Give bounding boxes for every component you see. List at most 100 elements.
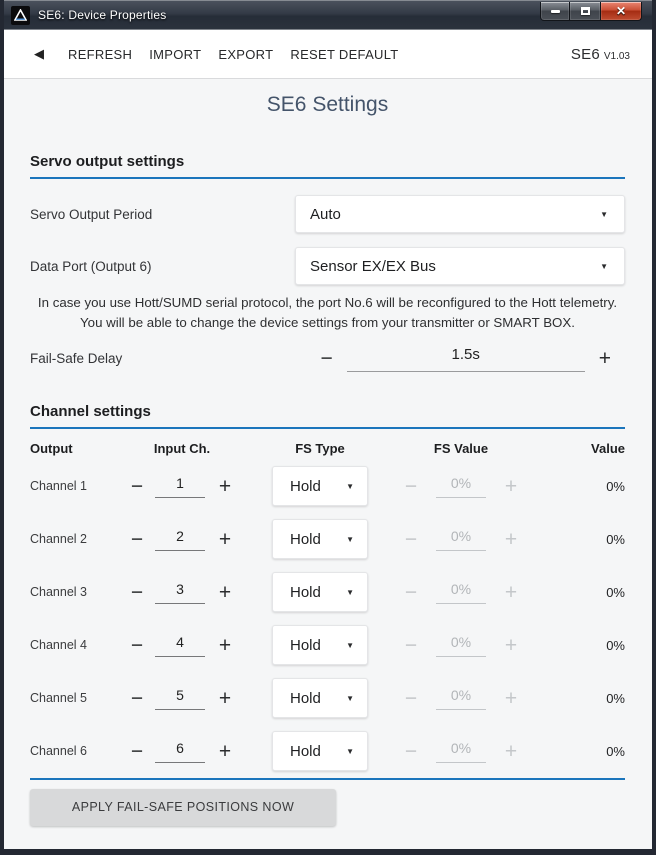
channel-row-6: Channel 6 − 6 + Hold ▼ − 0% + 0% — [30, 725, 625, 778]
chevron-down-icon: ▼ — [346, 747, 354, 756]
fail-safe-delay-decrease-button[interactable]: − — [320, 348, 332, 369]
close-icon: ✕ — [616, 5, 626, 17]
input-ch-field[interactable]: 2 — [155, 528, 205, 551]
chevron-down-icon: ▼ — [346, 535, 354, 544]
input-ch-decrease-button[interactable]: − — [122, 529, 152, 550]
fail-safe-delay-label: Fail-Safe Delay — [30, 351, 122, 366]
fs-type-select[interactable]: Hold ▼ — [272, 519, 368, 559]
input-ch-field[interactable]: 1 — [155, 475, 205, 498]
fs-type-value: Hold — [290, 637, 321, 654]
page-title: SE6 Settings — [30, 93, 625, 117]
channel-row-1: Channel 1 − 1 + Hold ▼ − 0% + 0% — [30, 460, 625, 513]
fs-type-select[interactable]: Hold ▼ — [272, 572, 368, 612]
fs-type-value: Hold — [290, 584, 321, 601]
input-ch-increase-button[interactable]: + — [208, 476, 242, 497]
data-port-row: Data Port (Output 6) Sensor EX/EX Bus ▼ — [30, 247, 625, 285]
data-port-select[interactable]: Sensor EX/EX Bus ▼ — [295, 247, 625, 285]
fs-value-decrease-button: − — [396, 741, 426, 762]
device-name: SE6 — [571, 46, 600, 63]
device-version: SE6 V1.03 — [571, 46, 630, 63]
fs-value-field: 0% — [436, 581, 486, 604]
app-window: SE6: Device Properties ✕ ◀ REFRESH IMPOR… — [0, 0, 656, 855]
fs-value-field: 0% — [436, 634, 486, 657]
column-header-input-ch: Input Ch. — [122, 441, 242, 456]
input-ch-decrease-button[interactable]: − — [122, 635, 152, 656]
input-ch-field[interactable]: 3 — [155, 581, 205, 604]
channel-row-3: Channel 3 − 3 + Hold ▼ − 0% + 0% — [30, 566, 625, 619]
input-ch-field[interactable]: 6 — [155, 740, 205, 763]
channel-label: Channel 4 — [30, 638, 122, 652]
fail-safe-delay-input[interactable]: 1.5s — [347, 346, 585, 372]
input-ch-decrease-button[interactable]: − — [122, 741, 152, 762]
input-ch-increase-button[interactable]: + — [208, 635, 242, 656]
channel-current-value: 0% — [526, 691, 625, 706]
input-ch-increase-button[interactable]: + — [208, 529, 242, 550]
fs-value-field: 0% — [436, 528, 486, 551]
close-button[interactable]: ✕ — [600, 2, 642, 21]
column-header-value: Value — [526, 441, 625, 456]
channel-row-4: Channel 4 − 4 + Hold ▼ − 0% + 0% — [30, 619, 625, 672]
channel-current-value: 0% — [526, 532, 625, 547]
channel-label: Channel 6 — [30, 744, 122, 758]
fs-value-increase-button: + — [496, 635, 526, 656]
device-firmware-version: V1.03 — [604, 51, 630, 62]
fs-type-select[interactable]: Hold ▼ — [272, 678, 368, 718]
fs-type-select[interactable]: Hold ▼ — [272, 731, 368, 771]
channel-current-value: 0% — [526, 585, 625, 600]
toolbar-item-refresh[interactable]: REFRESH — [68, 47, 132, 62]
hott-sumd-note: In case you use Hott/SUMD serial protoco… — [30, 293, 625, 333]
column-header-fs-type: FS Type — [272, 441, 368, 456]
back-icon: ◀ — [34, 46, 44, 61]
channel-label: Channel 1 — [30, 479, 122, 493]
fs-value-field: 0% — [436, 687, 486, 710]
back-button[interactable]: ◀ — [34, 46, 44, 62]
chevron-down-icon: ▼ — [600, 262, 608, 271]
input-ch-field[interactable]: 4 — [155, 634, 205, 657]
input-ch-increase-button[interactable]: + — [208, 741, 242, 762]
section-heading-channel-settings: Channel settings — [30, 403, 625, 420]
servo-output-period-row: Servo Output Period Auto ▼ — [30, 195, 625, 233]
section-divider — [30, 778, 625, 780]
section-heading-servo-output: Servo output settings — [30, 153, 625, 170]
channel-label: Channel 5 — [30, 691, 122, 705]
fs-value-decrease-button: − — [396, 635, 426, 656]
channel-current-value: 0% — [526, 744, 625, 759]
fs-value-decrease-button: − — [396, 582, 426, 603]
channel-current-value: 0% — [526, 638, 625, 653]
section-divider — [30, 427, 625, 429]
apply-fail-safe-button[interactable]: APPLY FAIL-SAFE POSITIONS NOW — [30, 789, 336, 826]
input-ch-field[interactable]: 5 — [155, 687, 205, 710]
channel-label: Channel 3 — [30, 585, 122, 599]
servo-output-period-select[interactable]: Auto ▼ — [295, 195, 625, 233]
input-ch-decrease-button[interactable]: − — [122, 476, 152, 497]
fs-value-field: 0% — [436, 740, 486, 763]
fail-safe-delay-increase-button[interactable]: + — [599, 348, 611, 369]
channel-table-header: Output Input Ch. FS Type FS Value Value — [30, 438, 625, 460]
fs-type-select[interactable]: Hold ▼ — [272, 625, 368, 665]
channel-current-value: 0% — [526, 479, 625, 494]
maximize-icon — [581, 7, 590, 15]
maximize-button[interactable] — [570, 2, 600, 21]
input-ch-increase-button[interactable]: + — [208, 688, 242, 709]
toolbar-item-export[interactable]: EXPORT — [218, 47, 273, 62]
fs-type-select[interactable]: Hold ▼ — [272, 466, 368, 506]
toolbar: ◀ REFRESH IMPORT EXPORT RESET DEFAULT SE… — [4, 30, 652, 79]
minimize-icon — [551, 10, 560, 13]
column-header-output: Output — [30, 441, 122, 456]
fs-type-value: Hold — [290, 690, 321, 707]
titlebar: SE6: Device Properties ✕ — [4, 0, 652, 30]
column-header-fs-value: FS Value — [396, 441, 526, 456]
channel-row-2: Channel 2 − 2 + Hold ▼ − 0% + 0% — [30, 513, 625, 566]
toolbar-item-import[interactable]: IMPORT — [149, 47, 201, 62]
minimize-button[interactable] — [540, 2, 570, 21]
input-ch-decrease-button[interactable]: − — [122, 688, 152, 709]
input-ch-decrease-button[interactable]: − — [122, 582, 152, 603]
channel-row-5: Channel 5 − 5 + Hold ▼ − 0% + 0% — [30, 672, 625, 725]
toolbar-item-reset-default[interactable]: RESET DEFAULT — [290, 47, 398, 62]
settings-page: SE6 Settings Servo output settings Servo… — [4, 79, 652, 849]
input-ch-increase-button[interactable]: + — [208, 582, 242, 603]
fs-value-decrease-button: − — [396, 529, 426, 550]
fs-value-field: 0% — [436, 475, 486, 498]
servo-output-period-value: Auto — [310, 206, 341, 223]
fs-type-value: Hold — [290, 531, 321, 548]
